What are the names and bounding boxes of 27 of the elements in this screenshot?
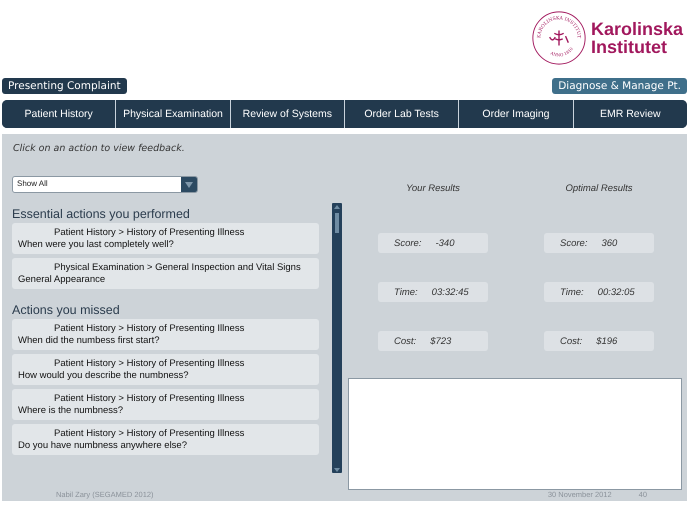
presenting-complaint-button[interactable]: Presenting Complaint <box>2 78 127 94</box>
section-heading: Essential actions you performed <box>12 207 191 221</box>
institution-name: Institutet <box>590 38 668 56</box>
result-field: Score: 360 <box>544 233 654 253</box>
action-item[interactable]: Patient History > History of Presenting Illness Where is the numbness? <box>12 389 320 420</box>
tab[interactable]: Patient History <box>2 100 116 128</box>
action-item[interactable]: Patient History > History of Presenting Illness How would you describe the numbness? <box>12 354 320 385</box>
diagnose-button[interactable]: Diagnose & Manage Pt. <box>552 78 687 94</box>
result-field: Score: -340 <box>378 233 488 253</box>
scroll-down-icon[interactable] <box>333 467 342 473</box>
column-heading: Optimal Results <box>565 183 633 196</box>
scrollbar[interactable] <box>332 203 342 473</box>
action-item[interactable]: Physical Examination > General Inspection and Vital Signs General Appearance <box>12 258 320 289</box>
filter-dropdown[interactable]: Show All <box>12 176 198 193</box>
institution-name: Karolinska <box>590 20 683 38</box>
section-heading: Actions you missed <box>12 303 121 317</box>
action-item[interactable]: Patient History > History of Presenting Illness Do you have numbness anywhere else? <box>12 424 320 455</box>
caret-icon <box>185 182 193 188</box>
action-item[interactable]: Patient History > History of Presenting Illness When did the numbess first start? <box>12 319 320 350</box>
result-field: Cost: $196 <box>544 331 654 351</box>
result-field: Time: 03:32:45 <box>378 282 488 302</box>
scroll-thumb-icon[interactable] <box>333 203 342 233</box>
result-field: Time: 00:32:05 <box>544 282 654 302</box>
action-item[interactable]: Patient History > History of Presenting Illness When were you last completely well? <box>12 223 320 254</box>
instruction-text: Click on an action to view feedback. <box>12 142 186 156</box>
result-field: Cost: $723 <box>378 331 488 351</box>
column-heading: Your Results <box>406 183 460 196</box>
